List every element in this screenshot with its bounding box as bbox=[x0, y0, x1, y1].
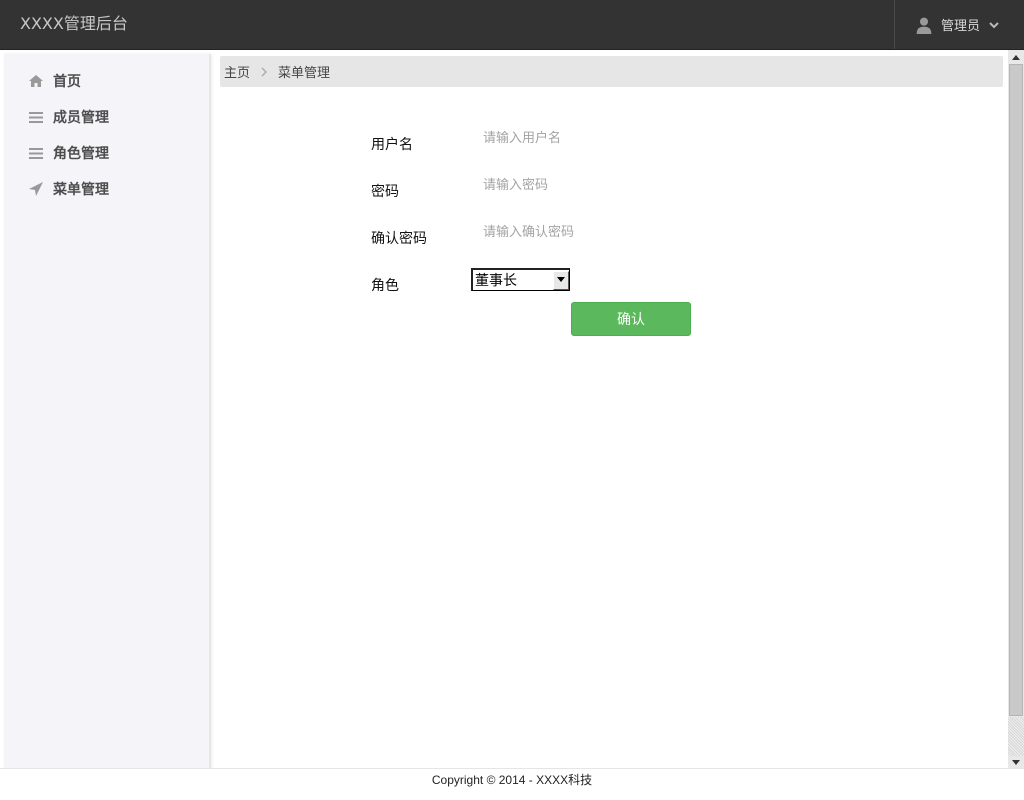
confirm-password-label: 确认密码 bbox=[371, 231, 427, 247]
sidebar-item-members[interactable]: 成员管理 bbox=[4, 100, 209, 134]
sidebar-item-roles[interactable]: 角色管理 bbox=[4, 136, 209, 170]
sidebar-item-home[interactable]: 首页 bbox=[4, 64, 209, 98]
scroll-track[interactable] bbox=[1008, 717, 1024, 756]
breadcrumb-current: 菜单管理 bbox=[278, 66, 331, 81]
sidebar-item-menus[interactable]: 菜单管理 bbox=[4, 172, 209, 206]
app-title[interactable]: XXXX管理后台 bbox=[20, 10, 128, 34]
role-label: 角色 bbox=[371, 278, 399, 294]
username-label: 用户名 bbox=[371, 137, 413, 153]
password-input[interactable] bbox=[480, 173, 700, 197]
sidebar-item-label: 成员管理 bbox=[53, 110, 109, 126]
user-icon bbox=[916, 17, 932, 34]
breadcrumb: 主页 菜单管理 bbox=[220, 56, 1003, 87]
username-input[interactable] bbox=[480, 126, 700, 150]
paper-plane-icon bbox=[29, 182, 43, 196]
scroll-up-arrow-icon[interactable] bbox=[1008, 50, 1024, 64]
footer: Copyright © 2014 - XXXX科技 bbox=[0, 768, 1024, 800]
user-menu-label: 管理员 bbox=[941, 19, 981, 34]
sidebar-item-label: 首页 bbox=[53, 74, 81, 90]
role-select-value: 董事长 bbox=[475, 273, 517, 289]
chevron-down-icon bbox=[989, 21, 999, 28]
list-icon bbox=[29, 148, 43, 159]
password-label: 密码 bbox=[371, 184, 399, 200]
scroll-thumb[interactable] bbox=[1009, 64, 1023, 716]
home-icon bbox=[29, 75, 43, 87]
scrollbar[interactable] bbox=[1008, 50, 1024, 770]
confirm-password-input[interactable] bbox=[480, 220, 700, 244]
role-select[interactable]: 董事长 bbox=[471, 268, 570, 291]
chevron-right-icon bbox=[261, 67, 268, 76]
confirm-button[interactable]: 确认 bbox=[571, 302, 691, 336]
list-icon bbox=[29, 112, 43, 123]
top-navbar: XXXX管理后台 管理员 bbox=[0, 0, 1024, 50]
user-menu[interactable]: 管理员 bbox=[894, 0, 1024, 49]
dropdown-arrow-icon[interactable] bbox=[553, 270, 569, 290]
copyright-text: Copyright © 2014 - XXXX科技 bbox=[431, 773, 593, 787]
sidebar-item-label: 角色管理 bbox=[53, 146, 109, 162]
sidebar: 首页 成员管理 角色管理 菜单管理 bbox=[4, 54, 211, 770]
sidebar-item-label: 菜单管理 bbox=[53, 182, 109, 198]
breadcrumb-home[interactable]: 主页 bbox=[224, 62, 250, 81]
